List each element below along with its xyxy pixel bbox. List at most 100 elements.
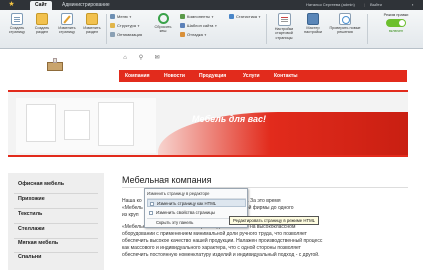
new-folder-icon bbox=[36, 13, 48, 25]
edit-page-label: Изменить страницу bbox=[58, 26, 76, 35]
structure-icon bbox=[110, 23, 115, 28]
components-button[interactable]: Компоненты▼ bbox=[180, 13, 214, 21]
check-updates-label: Проверить новые решения bbox=[329, 26, 361, 35]
left-menu: Офисная мебель Прихожие Текстиль Стеллаж… bbox=[8, 173, 104, 270]
reset-cache-label: Сбросить кеш bbox=[154, 25, 172, 34]
menu-label: Меню bbox=[117, 14, 128, 19]
site-template-label: Шаблон сайта bbox=[187, 23, 214, 28]
wizard-icon bbox=[307, 13, 319, 25]
nav-item-company[interactable]: Компания bbox=[125, 70, 150, 82]
menu-button[interactable]: Меню▼ bbox=[110, 13, 132, 21]
chevron-down-icon: ▼ bbox=[136, 24, 140, 28]
banner-slogan: Мебель для вас! bbox=[192, 114, 267, 124]
edit-section-button[interactable]: Изменить раздел bbox=[81, 13, 103, 45]
template-icon bbox=[180, 23, 185, 28]
interior-panel bbox=[26, 104, 56, 142]
nav-item-services[interactable]: Услуги bbox=[243, 70, 260, 82]
create-section-button[interactable]: Создать раздел bbox=[31, 13, 53, 45]
toggle-switch[interactable] bbox=[386, 19, 406, 28]
nav-item-contacts[interactable]: Контакты bbox=[274, 70, 298, 82]
chevron-down-icon: ▼ bbox=[128, 15, 132, 19]
structure-button[interactable]: Структура▼ bbox=[110, 22, 140, 30]
start-page-settings-button[interactable]: Настройки стартовой страницы bbox=[270, 13, 298, 45]
debug-label: Отладка bbox=[187, 32, 203, 37]
search-icon[interactable]: ⚲ bbox=[137, 54, 145, 62]
optimization-icon bbox=[110, 32, 115, 37]
start-page-settings-label: Настройки стартовой страницы bbox=[274, 27, 294, 40]
home-icon[interactable]: ⌂ bbox=[121, 54, 129, 62]
lamp-icon bbox=[53, 58, 57, 63]
reset-cache-button[interactable]: Сбросить кеш bbox=[152, 13, 174, 45]
page-title: Мебельная компания bbox=[122, 175, 212, 185]
menu-icon bbox=[110, 14, 115, 19]
edit-section-label: Изменить раздел bbox=[83, 26, 101, 35]
panel-pin-icon[interactable]: ▪ bbox=[412, 0, 413, 10]
furniture-icon bbox=[47, 62, 63, 71]
chevron-down-icon: ▼ bbox=[211, 15, 215, 19]
star-icon: ★ bbox=[8, 1, 15, 8]
debug-icon bbox=[180, 32, 185, 37]
create-page-label: Создать страницу bbox=[8, 26, 26, 35]
context-menu-header[interactable]: Изменить страницу в редакторе bbox=[147, 190, 210, 197]
start-page-icon bbox=[277, 13, 291, 26]
interior-panel bbox=[64, 110, 90, 140]
divider: | bbox=[364, 2, 366, 7]
edit-page-button[interactable]: Изменить страницу bbox=[56, 13, 78, 45]
tab-site[interactable]: Сайт bbox=[30, 1, 52, 10]
left-menu-item-textile[interactable]: Текстиль bbox=[18, 208, 42, 220]
create-page-button[interactable]: Создать страницу bbox=[6, 13, 28, 45]
site-template-button[interactable]: Шаблон сайта▼ bbox=[180, 22, 217, 30]
statistics-label: Статистика bbox=[236, 14, 258, 19]
main-navigation: Компания Новости Продукция Услуги Контак… bbox=[119, 70, 407, 82]
statistics-button[interactable]: Статистика▼ bbox=[229, 13, 261, 21]
edit-mode-toggle[interactable]: Режим правки включен bbox=[372, 13, 420, 34]
left-menu-item-shelves[interactable]: Стеллажи bbox=[18, 223, 45, 235]
left-menu-item-upholstered[interactable]: Мягкая мебель bbox=[18, 237, 58, 249]
new-page-icon bbox=[11, 13, 23, 25]
toolbar-divider bbox=[367, 14, 368, 44]
chevron-down-icon: ▼ bbox=[214, 24, 218, 28]
settings-master-button[interactable]: Мастер настройки bbox=[300, 13, 326, 45]
nav-item-news[interactable]: Новости bbox=[164, 70, 185, 82]
toolbar-divider bbox=[266, 14, 267, 44]
body-text-line: оборудовании с применением минимальной д… bbox=[122, 231, 307, 237]
logout-link[interactable]: Выйти bbox=[370, 0, 382, 10]
edit-page-icon bbox=[61, 13, 73, 25]
chevron-down-icon: ▼ bbox=[203, 33, 207, 37]
hide-panel-label: Скрыть эту панель bbox=[156, 220, 194, 225]
edit-page-as-html-label: Изменить страницу как HTML bbox=[157, 201, 217, 206]
components-label: Компоненты bbox=[187, 14, 211, 19]
interior-panel bbox=[98, 102, 134, 146]
tab-administration[interactable]: Администрирование bbox=[57, 1, 115, 10]
chart-icon bbox=[229, 14, 234, 19]
nav-item-products[interactable]: Продукция bbox=[199, 70, 226, 82]
optimization-button[interactable]: Оптимизация bbox=[110, 31, 142, 39]
body-text-line: как массового и индивидуального характер… bbox=[122, 245, 301, 251]
edit-mode-state: включен bbox=[388, 29, 404, 34]
chevron-down-icon: ▼ bbox=[258, 15, 261, 19]
check-updates-button[interactable]: Проверить новые решения bbox=[328, 13, 362, 45]
create-section-label: Создать раздел bbox=[34, 26, 50, 35]
mail-icon[interactable]: ✉ bbox=[153, 54, 161, 62]
refresh-icon bbox=[157, 13, 169, 24]
left-menu-item-bedrooms[interactable]: Спальни bbox=[18, 251, 41, 263]
toolbar-divider bbox=[106, 14, 107, 44]
html-icon bbox=[150, 202, 154, 206]
components-icon bbox=[180, 14, 185, 19]
user-name-link[interactable]: Наталья Сергеева (admin) bbox=[306, 0, 355, 10]
interior-illustration bbox=[16, 98, 156, 153]
admin-panel-tabs: ★ Сайт Администрирование Наталья Сергеев… bbox=[0, 0, 423, 10]
tooltip: Редактировать страницу в режиме HTML bbox=[229, 216, 320, 225]
body-text-line: обеспечить высокое качество нашей продук… bbox=[122, 238, 323, 244]
structure-label: Структура bbox=[117, 23, 136, 28]
body-text-line: обеспечить постоянную номенклатуру издел… bbox=[122, 252, 320, 258]
favorites-button[interactable]: ★ bbox=[4, 1, 19, 9]
edit-page-as-html-item[interactable]: Изменить страницу как HTML bbox=[147, 199, 246, 207]
settings-master-label: Мастер настройки bbox=[304, 26, 322, 35]
edit-folder-icon bbox=[86, 13, 98, 25]
debug-button[interactable]: Отладка▼ bbox=[180, 31, 207, 39]
left-menu-item-hallways[interactable]: Прихожие bbox=[18, 193, 45, 205]
site-logo[interactable] bbox=[45, 58, 65, 72]
admin-toolbar: Создать страницу Создать раздел Изменить… bbox=[0, 10, 423, 49]
left-menu-item-office[interactable]: Офисная мебель bbox=[18, 178, 64, 190]
